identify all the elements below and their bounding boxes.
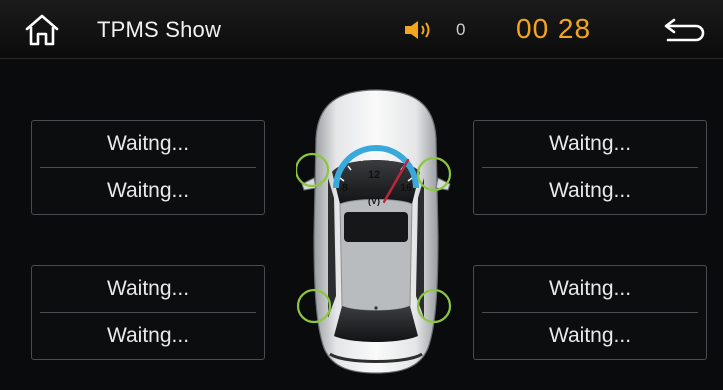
tire-temperature-front-right: Waitng...	[548, 179, 632, 202]
page-title: TPMS Show	[97, 17, 222, 42]
tire-panel-front-right[interactable]: Waitng... Waitng...	[473, 120, 707, 215]
gauge-label-mid: 12	[368, 169, 380, 181]
tire-temperature-rear-left: Waitng...	[106, 324, 190, 347]
tire-temperature-rear-right: Waitng...	[548, 324, 632, 347]
tire-pressure-front-left: Waitng...	[106, 132, 190, 155]
rear-window	[334, 306, 418, 342]
speaker-icon	[405, 21, 430, 39]
tire-panel-front-left[interactable]: Waitng... Waitng...	[31, 120, 265, 215]
tire-pressure-rear-right: Waitng...	[548, 277, 632, 300]
gauge-label-min: 8	[342, 182, 348, 194]
clock: 00 28	[516, 13, 592, 44]
home-icon[interactable]	[22, 10, 62, 50]
tire-pressure-rear-left: Waitng...	[106, 277, 190, 300]
return-arrow-icon[interactable]	[660, 14, 708, 46]
tire-panel-rear-left[interactable]: Waitng... Waitng...	[31, 265, 265, 360]
top-bar: TPMS Show 0 00 28	[0, 0, 723, 59]
tire-panel-rear-right[interactable]: Waitng... Waitng...	[473, 265, 707, 360]
tire-pressure-front-right: Waitng...	[548, 132, 632, 155]
volume-level: 0	[456, 20, 466, 39]
sunroof	[344, 212, 408, 242]
gauge-label-max: 16	[400, 182, 412, 194]
gauge-unit: (V)	[368, 196, 380, 206]
tire-temperature-front-left: Waitng...	[106, 179, 190, 202]
car-top-view: 8 12 16 (V)	[296, 89, 452, 374]
